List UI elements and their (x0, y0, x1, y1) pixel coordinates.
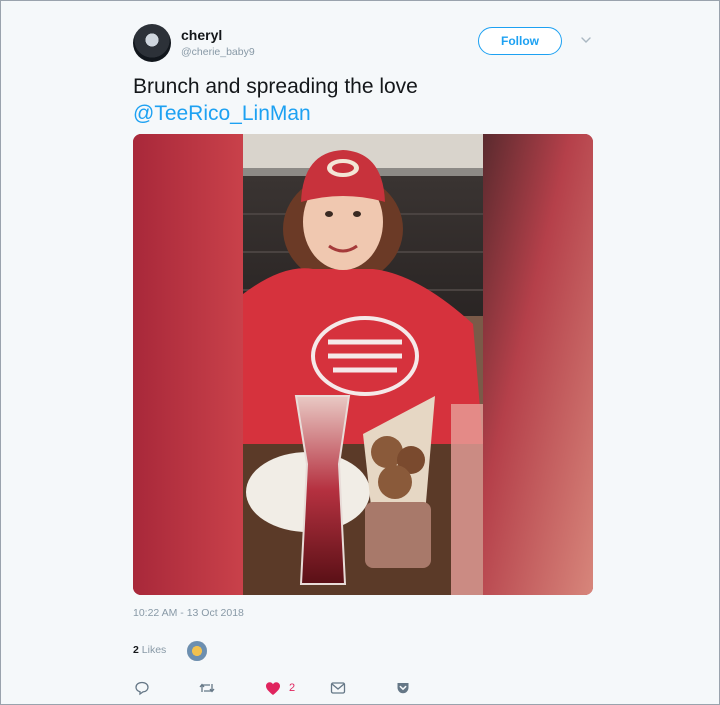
avatar[interactable] (133, 24, 171, 62)
liker-avatar[interactable] (187, 641, 207, 661)
direct-message-button[interactable] (330, 679, 346, 697)
heart-icon (266, 681, 280, 695)
tweet-body: Brunch and spreading the love (133, 75, 418, 98)
save-to-pocket-button[interactable] (396, 679, 410, 697)
follow-button[interactable]: Follow (478, 27, 562, 55)
likes-count: 2 (133, 644, 139, 656)
reply-button[interactable] (134, 679, 150, 697)
mention-link[interactable]: @TeeRico_LinMan (133, 100, 418, 127)
likes-label: Likes (141, 644, 167, 656)
reply-icon (135, 681, 149, 696)
tweet-card: cheryl @cherie_baby9 Follow Brunch and s… (0, 0, 720, 705)
retweet-button[interactable] (198, 679, 216, 697)
like-button[interactable]: 2 (265, 679, 295, 697)
tweet-actions: 2 (1, 679, 720, 699)
tweet-timestamp[interactable]: 10:22 AM - 13 Oct 2018 (133, 607, 244, 619)
tweet-text: Brunch and spreading the love @TeeRico_L… (133, 73, 418, 127)
message-icon (330, 682, 346, 694)
pocket-icon (397, 683, 409, 694)
photo-image (133, 134, 593, 595)
like-count: 2 (289, 682, 296, 694)
user-display-name[interactable]: cheryl (181, 27, 222, 43)
chevron-down-icon[interactable] (579, 34, 593, 46)
user-handle[interactable]: @cherie_baby9 (181, 46, 255, 58)
tweet-photo[interactable] (133, 134, 593, 595)
retweet-icon (199, 683, 215, 693)
likes-stat[interactable]: 2 Likes (133, 644, 166, 656)
